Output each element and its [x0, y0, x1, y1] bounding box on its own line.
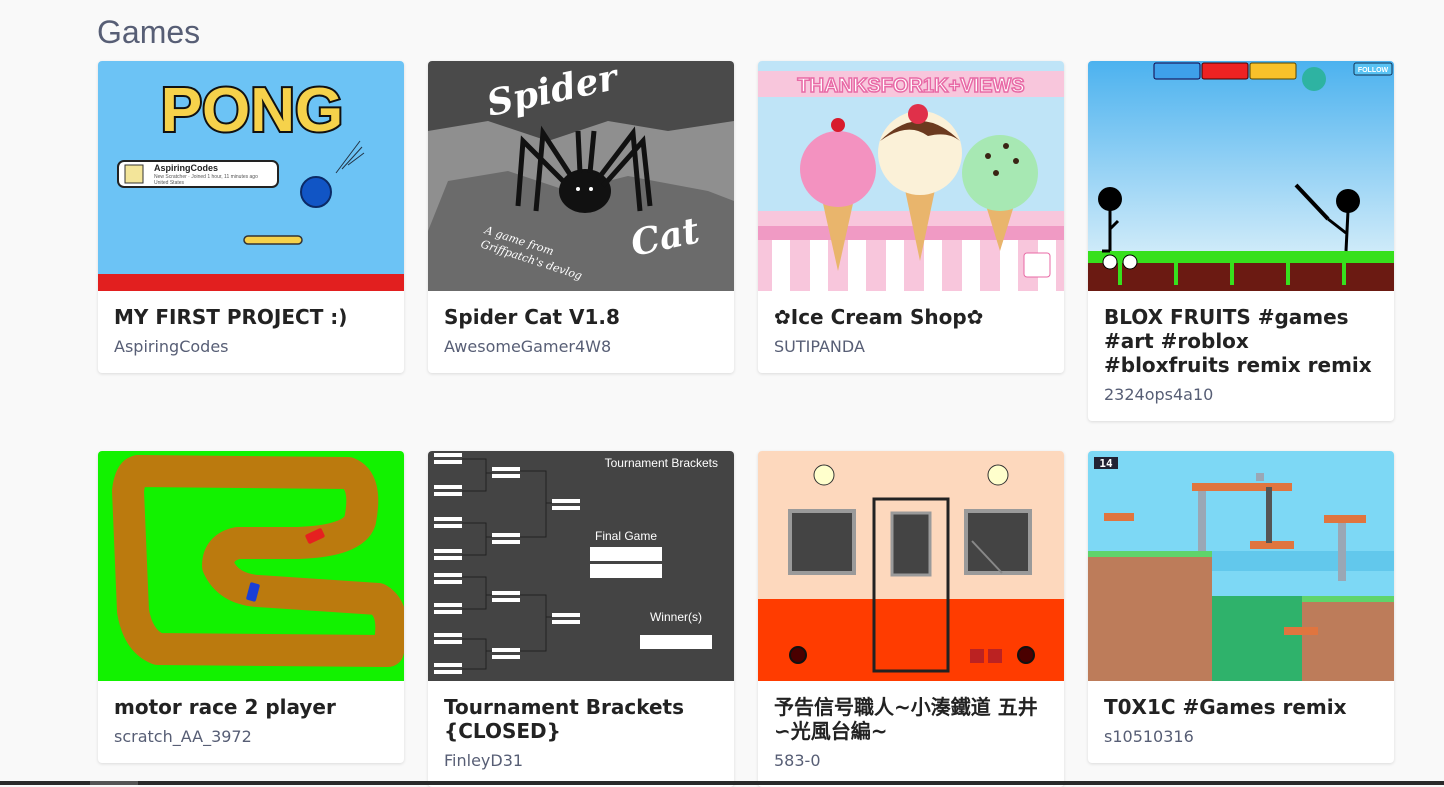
project-card[interactable]: motor race 2 player scratch_AA_3972: [98, 451, 404, 763]
project-thumbnail[interactable]: THANKSFOR1K+VIEWS: [758, 61, 1064, 291]
project-title[interactable]: BLOX FRUITS #games #art #roblox #bloxfru…: [1104, 305, 1378, 377]
project-card[interactable]: THANKSFOR1K+VIEWS ✿Ice Cream Shop✿ SUTIP…: [758, 61, 1064, 373]
project-author[interactable]: scratch_AA_3972: [114, 727, 388, 747]
project-title[interactable]: 予告信号職人~小湊鐵道 五井∽光風台編~: [774, 695, 1048, 743]
project-author[interactable]: AspiringCodes: [114, 337, 388, 357]
project-author[interactable]: SUTIPANDA: [774, 337, 1048, 357]
svg-text:Tournament Brackets: Tournament Brackets: [605, 456, 718, 470]
project-author[interactable]: s10510316: [1104, 727, 1378, 747]
scrollbar-thumb[interactable]: [90, 781, 138, 785]
project-card[interactable]: 予告信号職人~小湊鐵道 五井∽光風台編~ 583-0: [758, 451, 1064, 787]
project-title[interactable]: Spider Cat V1.8: [444, 305, 718, 329]
svg-text:Final Game: Final Game: [595, 529, 657, 543]
project-author[interactable]: AwesomeGamer4W8: [444, 337, 718, 357]
project-card[interactable]: FOLLOW BLOX FRUITS #games #art #roblox #…: [1088, 61, 1394, 421]
project-card[interactable]: Spider Cat A game from Griffpatch's devl…: [428, 61, 734, 373]
svg-text:14: 14: [1099, 457, 1113, 470]
svg-text:United States: United States: [154, 180, 185, 186]
pong-logo: PONG: [161, 76, 344, 145]
project-author[interactable]: FinleyD31: [444, 751, 718, 771]
section-title: Games: [97, 14, 201, 50]
project-thumbnail[interactable]: FOLLOW: [1088, 61, 1394, 291]
project-card[interactable]: PONG AspiringCodes New Scratcher · Joine…: [98, 61, 404, 373]
project-title[interactable]: T0X1C #Games remix: [1104, 695, 1378, 719]
project-title[interactable]: motor race 2 player: [114, 695, 388, 719]
project-title[interactable]: MY FIRST PROJECT :): [114, 305, 388, 329]
svg-text:Winner(s): Winner(s): [650, 610, 702, 624]
project-card[interactable]: Tournament Brackets Final Game Winner(s)…: [428, 451, 734, 787]
project-author[interactable]: 2324ops4a10: [1104, 385, 1378, 405]
project-card[interactable]: 14 T0X1C #Games remix s10510316: [1088, 451, 1394, 763]
svg-text:FOLLOW: FOLLOW: [1358, 67, 1389, 74]
project-thumbnail[interactable]: Tournament Brackets Final Game Winner(s): [428, 451, 734, 681]
project-thumbnail[interactable]: [98, 451, 404, 681]
project-thumbnail[interactable]: PONG AspiringCodes New Scratcher · Joine…: [98, 61, 404, 291]
banner-text: THANKSFOR1K+VIEWS: [797, 75, 1024, 97]
horizontal-scrollbar[interactable]: [0, 781, 1444, 785]
project-thumbnail[interactable]: [758, 451, 1064, 681]
project-author[interactable]: 583-0: [774, 751, 1048, 771]
project-thumbnail[interactable]: 14: [1088, 451, 1394, 681]
project-thumbnail[interactable]: Spider Cat A game from Griffpatch's devl…: [428, 61, 734, 291]
svg-text:AspiringCodes: AspiringCodes: [154, 163, 218, 173]
project-title[interactable]: ✿Ice Cream Shop✿: [774, 305, 1048, 329]
project-title[interactable]: Tournament Brackets {CLOSED}: [444, 695, 718, 743]
